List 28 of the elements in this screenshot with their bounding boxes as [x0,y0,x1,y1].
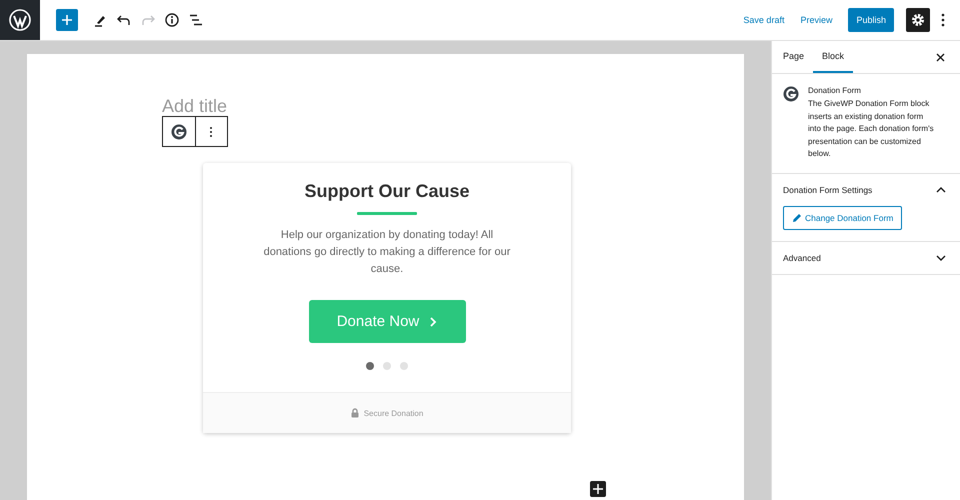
sidebar-tab[interactable]: Block [813,41,854,73]
save-draft-link[interactable]: Save draft [743,15,784,25]
givewp-logo-icon [783,86,799,102]
panel-header[interactable]: Donation Form Settings [772,174,960,206]
publish-button[interactable]: Publish [848,8,894,32]
carousel-dot[interactable] [366,362,374,370]
footer-text: Secure Donation [364,408,424,418]
settings-button[interactable] [906,8,930,32]
block-description: The GiveWP Donation Form block inserts an existing donation form into the page. Each donation form's presentation can be customized below. [808,98,934,160]
pencil-icon [792,212,802,222]
heading-underline [357,212,417,215]
preview-link[interactable]: Preview [800,15,832,25]
carousel-dot[interactable] [400,362,408,370]
chevron-icon [936,186,946,192]
add-block-button[interactable] [590,481,606,497]
lock-icon [350,408,359,418]
sidebar-tab[interactable]: Page [774,41,814,73]
plus-icon [61,14,73,26]
change-form-button[interactable]: Change Donation Form [783,206,902,230]
panel-header[interactable]: Advanced [772,242,960,274]
form-heading: Support Our Cause [304,181,470,202]
form-description: Help our organization by donating today! All donations go directly to making a difference for our cause. [262,228,512,277]
wordpress-logo[interactable] [0,0,40,40]
chevron-right-icon [429,316,438,328]
chevron-icon [936,254,946,260]
block-name: Donation Form [808,86,862,95]
carousel-dot[interactable] [383,362,391,370]
gear-icon [911,13,925,27]
